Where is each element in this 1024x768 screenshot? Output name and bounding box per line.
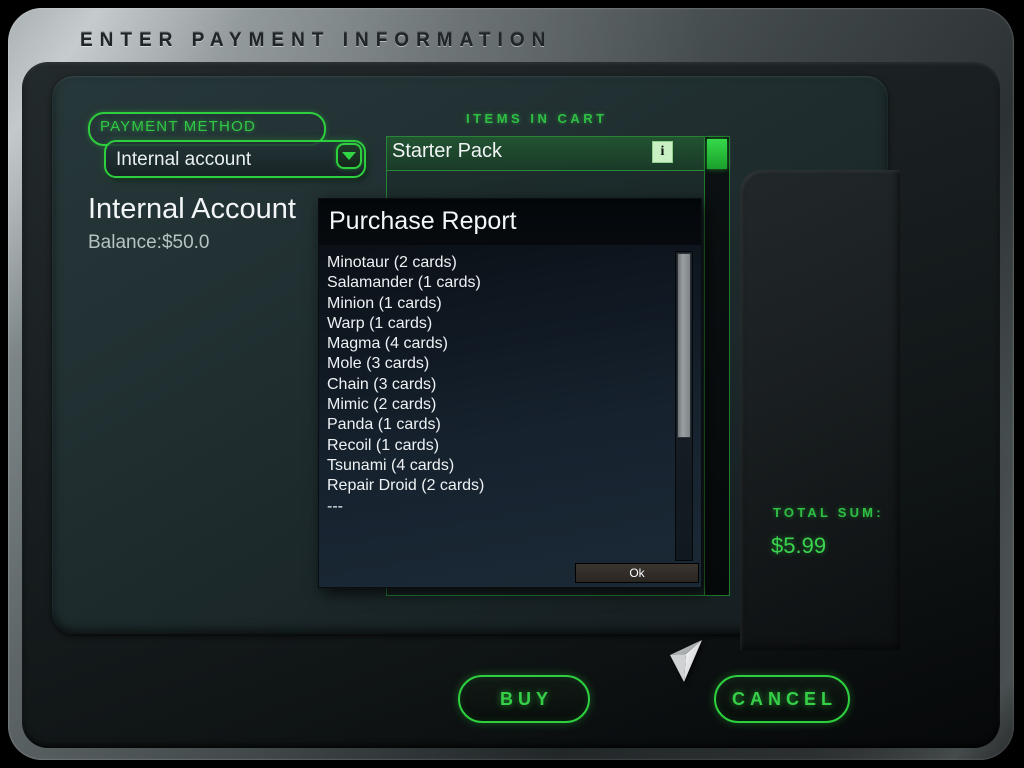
cancel-button[interactable]: CANCEL [714, 675, 850, 723]
account-name: Internal Account [88, 193, 296, 225]
purchase-report-line: Magma (4 cards) [327, 335, 448, 353]
purchase-report-line: Tsunami (4 cards) [327, 456, 455, 474]
purchase-report-line: Panda (1 cards) [327, 416, 441, 434]
chevron-down-glyph [342, 152, 356, 160]
cart-scrollbar[interactable] [704, 136, 730, 596]
purchase-report-line: Chain (3 cards) [327, 375, 437, 393]
cart-scrollbar-thumb[interactable] [707, 139, 727, 169]
game-screen: ENTER PAYMENT INFORMATION PAYMENT METHOD… [0, 0, 1024, 768]
dialog-scrollbar-thumb[interactable] [677, 253, 691, 438]
purchase-report-line: Salamander (1 cards) [327, 274, 481, 292]
purchase-report-list: Minotaur (2 cards) Salamander (1 cards) Mi… [327, 253, 667, 517]
purchase-report-line: --- [327, 497, 343, 515]
purchase-report-line: Mole (3 cards) [327, 355, 430, 373]
dialog-scrollbar[interactable] [675, 251, 693, 561]
cart-item-label: Starter Pack [392, 140, 503, 162]
chevron-down-icon[interactable] [336, 143, 362, 169]
ok-button[interactable]: Ok [575, 563, 699, 583]
account-balance: Balance:$50.0 [88, 232, 210, 253]
purchase-report-line: Minotaur (2 cards) [327, 254, 457, 271]
side-subpanel [740, 170, 900, 650]
purchase-report-line: Recoil (1 cards) [327, 436, 440, 454]
page-title: ENTER PAYMENT INFORMATION [80, 30, 553, 51]
total-sum-value: $5.99 [771, 533, 827, 558]
info-icon[interactable]: i [652, 141, 673, 163]
dialog-title: Purchase Report [329, 207, 517, 235]
cart-header: ITEMS IN CART [466, 111, 608, 126]
buy-button-label: BUY [499, 688, 553, 709]
purchase-report-line: Minion (1 cards) [327, 294, 442, 312]
purchase-report-dialog: Purchase Report Minotaur (2 cards) Salama… [318, 198, 702, 588]
cancel-button-label: CANCEL [732, 688, 837, 709]
payment-method-label: PAYMENT METHOD [100, 118, 256, 135]
payment-method-dropdown[interactable]: Internal account [104, 140, 366, 178]
purchase-report-line: Repair Droid (2 cards) [327, 477, 485, 495]
payment-method-value: Internal account [116, 149, 252, 170]
purchase-report-line: Warp (1 cards) [327, 314, 433, 332]
buy-button[interactable]: BUY [458, 675, 590, 723]
total-sum-label: TOTAL SUM: [773, 505, 884, 520]
purchase-report-line: Mimic (2 cards) [327, 396, 437, 414]
